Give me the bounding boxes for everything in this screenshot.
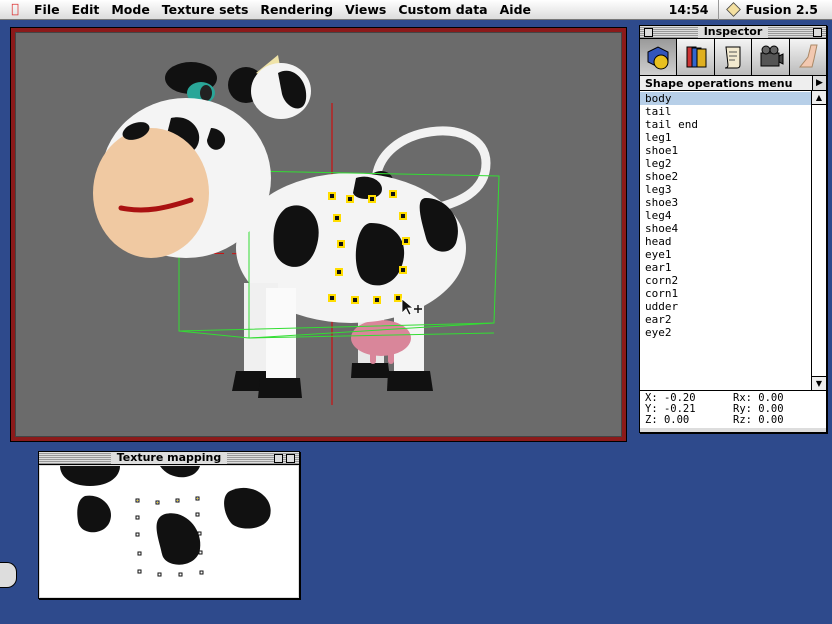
shapes-tool-icon[interactable] (640, 39, 678, 75)
cow-shoe-back-left (351, 363, 390, 378)
application-name: Fusion 2.5 (745, 2, 818, 17)
shape-list-item[interactable]: head (640, 235, 811, 248)
camera-tool-icon[interactable] (752, 39, 790, 75)
udder-teat (388, 348, 394, 364)
menu-aide[interactable]: Aide (500, 2, 539, 17)
3d-viewport[interactable] (15, 32, 622, 437)
script-scroll-icon[interactable] (714, 39, 753, 75)
menu-custom-data[interactable]: Custom data (398, 2, 495, 17)
udder-teat (370, 348, 376, 364)
shape-list-item[interactable]: leg2 (640, 157, 811, 170)
desktop-edge-tab[interactable] (0, 562, 17, 588)
shape-list-item[interactable]: leg3 (640, 183, 811, 196)
shape-operations-menu[interactable]: Shape operations menu ▶ (640, 76, 826, 91)
shape-list-item[interactable]: eye1 (640, 248, 811, 261)
inspector-titlebar[interactable]: Inspector (640, 26, 826, 39)
menu-texture-sets[interactable]: Texture sets (162, 2, 257, 17)
shape-list-item[interactable]: shoe4 (640, 222, 811, 235)
textures-tool-icon[interactable] (677, 39, 715, 75)
texture-image (60, 466, 271, 577)
menu-mode[interactable]: Mode (111, 2, 157, 17)
texture-mapping-window: Texture mapping (38, 451, 300, 599)
menu-bar:  File Edit Mode Texture sets Rendering … (0, 0, 832, 20)
menubar-clock[interactable]: 14:54 (659, 2, 719, 17)
shape-list[interactable]: body tail tail end leg1 shoe1 leg2 shoe2 leg3 sh… (640, 92, 811, 390)
menu-edit[interactable]: Edit (72, 2, 108, 17)
cow-scene[interactable] (16, 33, 622, 437)
zoom-box-icon[interactable] (274, 454, 283, 463)
coordinates-panel: X: -0.20 Rx: 0.00 Y: -0.21 Ry: 0.00 Z: 0… (640, 391, 826, 428)
shape-list-item[interactable]: ear2 (640, 313, 811, 326)
texture-canvas[interactable] (40, 466, 298, 597)
bones-leg-icon[interactable] (789, 39, 827, 75)
scroll-up-arrow-icon[interactable]: ▲ (812, 91, 826, 105)
cow-shoe-front-right (258, 378, 302, 398)
shape-list-item[interactable]: ear1 (640, 261, 811, 274)
inspector-title: Inspector (697, 26, 769, 38)
fusion-app-icon (726, 2, 742, 17)
scroll-down-arrow-icon[interactable]: ▼ (812, 376, 826, 390)
menu-rendering[interactable]: Rendering (260, 2, 341, 17)
shape-list-item[interactable]: corn2 (640, 274, 811, 287)
texture-mapping-title: Texture mapping (110, 452, 228, 464)
shape-list-item[interactable]: leg1 (640, 131, 811, 144)
shape-list-item[interactable]: shoe1 (640, 144, 811, 157)
shape-list-container: body tail tail end leg1 shoe1 leg2 shoe2 leg3 sh… (640, 91, 826, 391)
texture-mapping-titlebar[interactable]: Texture mapping (39, 452, 299, 465)
application-menu[interactable]: Fusion 2.5 (719, 2, 832, 17)
apple-icon[interactable]:  (0, 2, 30, 17)
viewport-window (10, 27, 627, 442)
shape-list-item[interactable]: corn1 (640, 287, 811, 300)
shape-operations-menu-label: Shape operations menu (645, 76, 793, 90)
shape-list-item[interactable]: eye2 (640, 326, 811, 339)
coord-z: Z: 0.00 (645, 414, 690, 426)
inspector-toolbar (640, 39, 827, 76)
collapse-box-icon[interactable] (286, 454, 295, 463)
shape-list-item[interactable]: body (640, 92, 811, 105)
shape-list-scrollbar[interactable]: ▲ ▼ (811, 91, 826, 390)
shape-list-item[interactable]: udder (640, 300, 811, 313)
cow-shoe-back-right (387, 371, 433, 391)
shape-list-item[interactable]: tail (640, 105, 811, 118)
menu-file[interactable]: File (34, 2, 68, 17)
shape-list-item[interactable]: shoe2 (640, 170, 811, 183)
shape-list-item[interactable]: leg4 (640, 209, 811, 222)
coord-rz: Rz: 0.00 (733, 414, 784, 426)
close-box-icon[interactable] (644, 28, 653, 37)
menu-views[interactable]: Views (345, 2, 394, 17)
zoom-box-icon[interactable] (813, 28, 822, 37)
shape-list-item[interactable]: shoe3 (640, 196, 811, 209)
inspector-window: Inspector Shape operations menu ▶ body ta… (639, 25, 827, 433)
shape-list-item[interactable]: tail end (640, 118, 811, 131)
menu-arrow-icon[interactable]: ▶ (812, 76, 826, 90)
